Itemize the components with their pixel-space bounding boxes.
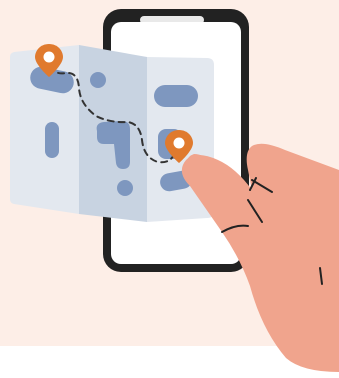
map-block <box>117 180 133 196</box>
folded-map <box>10 44 214 222</box>
illustration-svg <box>10 9 339 372</box>
map-block <box>90 72 106 88</box>
illustration-scene <box>0 0 339 378</box>
map-block <box>154 85 198 107</box>
map-block <box>45 122 59 158</box>
phone-speaker <box>140 16 204 24</box>
